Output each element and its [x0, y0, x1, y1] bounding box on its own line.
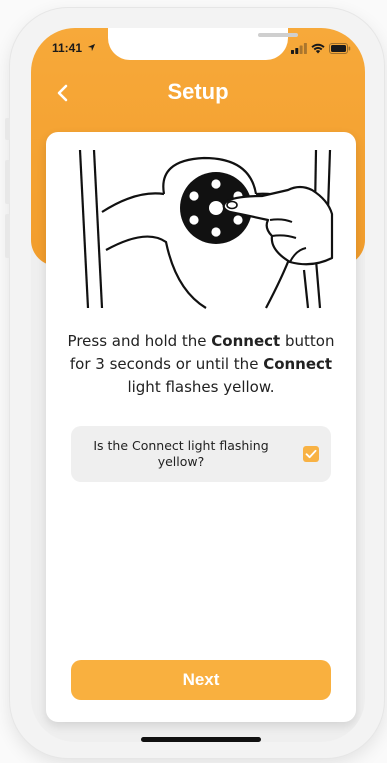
- confirmation-question: Is the Connect light flashing yellow?: [93, 438, 269, 469]
- status-icons: [291, 42, 351, 54]
- battery-icon: [329, 42, 351, 54]
- phone-notch: [108, 28, 298, 60]
- wifi-icon: [311, 43, 325, 53]
- side-button-volume-down: [5, 214, 10, 258]
- instruction-part-1: Press and hold the: [67, 332, 212, 350]
- side-button-mute: [5, 118, 10, 140]
- instruction-bold-connect-2: Connect: [263, 355, 333, 373]
- instruction-text: Press and hold the Connect button for 3 …: [60, 330, 342, 399]
- home-indicator: [141, 737, 261, 742]
- instruction-bold-connect-1: Connect: [211, 332, 281, 350]
- instruction-part-3: light flashes yellow.: [127, 378, 275, 396]
- speaker-grille: [258, 33, 298, 37]
- status-time: 11:41: [52, 41, 96, 55]
- location-arrow-icon: [88, 43, 96, 52]
- side-button-volume-up: [5, 160, 10, 204]
- next-button[interactable]: Next: [71, 660, 331, 700]
- app-screen: 11:41 Setup Press and hold the Connect b…: [31, 28, 365, 742]
- connect-button-illustration: [78, 150, 334, 309]
- flashing-yellow-checkbox[interactable]: [303, 446, 319, 462]
- cell-signal-icon: [291, 42, 307, 54]
- status-time-text: 11:41: [52, 41, 83, 55]
- checkmark-icon: [305, 449, 317, 459]
- canvas: 11:41 Setup Press and hold the Connect b…: [0, 0, 387, 763]
- setup-card: Press and hold the Connect button for 3 …: [46, 132, 356, 722]
- confirmation-box[interactable]: Is the Connect light flashing yellow?: [71, 426, 331, 482]
- page-title: Setup: [167, 79, 229, 104]
